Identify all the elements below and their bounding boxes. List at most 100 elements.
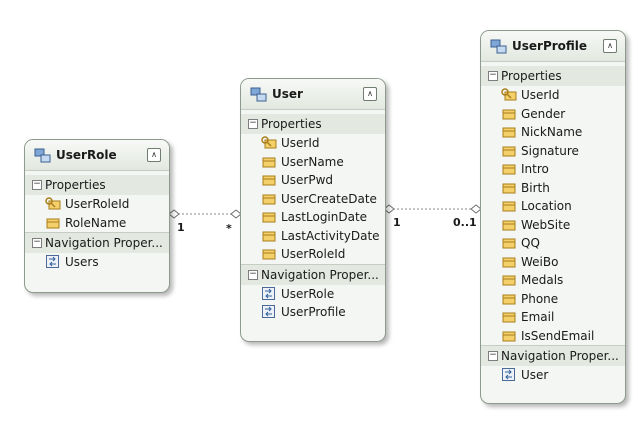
properties-section-header[interactable]: − Properties (241, 114, 385, 134)
property-row[interactable]: RoleName (25, 214, 169, 233)
property-row[interactable]: Location (481, 197, 625, 216)
collapse-toggle-icon[interactable]: − (32, 180, 42, 190)
property-icon (501, 181, 517, 195)
property-row[interactable]: UserId (241, 134, 385, 153)
property-row[interactable]: UserPwd (241, 171, 385, 190)
property-icon (501, 292, 517, 306)
entity-title: User (272, 87, 303, 101)
entity-header[interactable]: User ∧ (241, 79, 385, 110)
property-row[interactable]: NickName (481, 123, 625, 142)
property-row[interactable]: UserCreateDate (241, 190, 385, 209)
property-label: LastLoginDate (281, 210, 368, 224)
navigation-section-label: Navigation Proper... (45, 236, 163, 250)
property-icon (261, 155, 277, 169)
property-label: UserRoleId (65, 197, 130, 211)
property-icon (501, 107, 517, 121)
property-row[interactable]: Phone (481, 290, 625, 309)
property-row[interactable]: UserId (481, 86, 625, 105)
navigation-section-header[interactable]: − Navigation Proper... (241, 263, 385, 285)
property-row[interactable]: Email (481, 308, 625, 327)
property-label: WeiBo (521, 254, 559, 269)
entity-icon (34, 148, 52, 164)
entity-header[interactable]: UserProfile ∧ (481, 31, 625, 62)
property-row[interactable]: Intro (481, 160, 625, 179)
navigation-property-icon (262, 286, 275, 300)
property-icon (501, 273, 517, 287)
properties-section-header[interactable]: − Properties (25, 175, 169, 195)
entity-title: UserRole (56, 148, 117, 162)
navigation-label: UserProfile (281, 305, 346, 319)
property-row[interactable]: Signature (481, 142, 625, 161)
multiplicity-userrole-end: 1 (177, 221, 185, 234)
collapse-toggle-icon[interactable]: − (488, 71, 498, 81)
property-row[interactable]: Gender (481, 105, 625, 124)
property-label: Location (521, 199, 572, 213)
property-label: Intro (521, 162, 549, 176)
collapse-icon[interactable]: ∧ (363, 87, 377, 101)
entity-title: UserProfile (512, 39, 588, 53)
entity-user[interactable]: User ∧ − Properties UserId UserName User… (240, 78, 386, 342)
navigation-row[interactable]: Users (25, 253, 169, 272)
entity-userprofile[interactable]: UserProfile ∧ − Properties UserId Gender… (480, 30, 626, 404)
property-icon (261, 247, 277, 261)
property-row[interactable]: QQ (481, 234, 625, 253)
navigation-property-icon (46, 255, 59, 268)
collapse-icon[interactable]: ∧ (147, 148, 161, 162)
property-row[interactable]: WeiBo (481, 253, 625, 272)
property-row[interactable]: WebSite (481, 216, 625, 235)
property-label: Medals (521, 273, 564, 287)
property-icon (501, 236, 517, 250)
properties-section-label: Properties (501, 69, 562, 83)
property-label: NickName (521, 125, 583, 139)
property-label: Birth (521, 180, 550, 195)
property-row[interactable]: Birth (481, 179, 625, 198)
property-label: RoleName (65, 215, 127, 230)
property-label: Gender (521, 106, 566, 121)
property-label: Signature (521, 143, 579, 158)
key-property-icon (45, 197, 61, 211)
property-icon (501, 144, 517, 158)
property-icon (501, 162, 517, 176)
navigation-row[interactable]: User (481, 366, 625, 385)
entity-icon (250, 87, 268, 103)
property-icon (501, 310, 517, 324)
entity-icon (490, 39, 508, 55)
property-icon (261, 210, 277, 224)
property-icon (45, 216, 61, 230)
collapse-toggle-icon[interactable]: − (32, 238, 42, 248)
collapse-toggle-icon[interactable]: − (248, 119, 258, 129)
collapse-toggle-icon[interactable]: − (488, 351, 498, 361)
property-icon (261, 192, 277, 206)
properties-section-label: Properties (45, 178, 106, 192)
collapse-icon[interactable]: ∧ (603, 39, 617, 53)
multiplicity-user-end-one: 1 (393, 216, 401, 229)
property-label: IsSendEmail (521, 328, 595, 343)
property-row[interactable]: LastLoginDate (241, 208, 385, 227)
navigation-row[interactable]: UserRole (241, 285, 385, 304)
property-label: UserId (281, 136, 320, 150)
property-row[interactable]: LastActivityDate (241, 227, 385, 246)
properties-section-header[interactable]: − Properties (481, 66, 625, 86)
property-label: WebSite (521, 217, 571, 232)
navigation-section-header[interactable]: − Navigation Proper... (481, 345, 625, 366)
property-row[interactable]: UserRoleId (241, 245, 385, 264)
property-label: UserName (281, 154, 344, 169)
entity-header[interactable]: UserRole ∧ (25, 140, 169, 171)
property-row[interactable]: IsSendEmail (481, 327, 625, 346)
navigation-row[interactable]: UserProfile (241, 303, 385, 322)
navigation-label: User (521, 368, 549, 382)
property-icon (501, 199, 517, 213)
navigation-section-label: Navigation Proper... (501, 349, 619, 363)
property-label: LastActivityDate (281, 228, 380, 243)
navigation-property-icon (502, 368, 515, 381)
entity-userrole[interactable]: UserRole ∧ − Properties UserRoleId RoleN… (24, 139, 170, 293)
property-row[interactable]: Medals (481, 271, 625, 290)
navigation-section-header[interactable]: − Navigation Proper... (25, 232, 169, 253)
multiplicity-userprofile-end: 0..1 (453, 216, 477, 229)
multiplicity-user-end-many: * (226, 222, 232, 235)
property-label: QQ (521, 236, 540, 250)
navigation-label: UserRole (281, 286, 335, 301)
property-row[interactable]: UserName (241, 153, 385, 172)
property-row[interactable]: UserRoleId (25, 195, 169, 214)
collapse-toggle-icon[interactable]: − (248, 269, 258, 280)
